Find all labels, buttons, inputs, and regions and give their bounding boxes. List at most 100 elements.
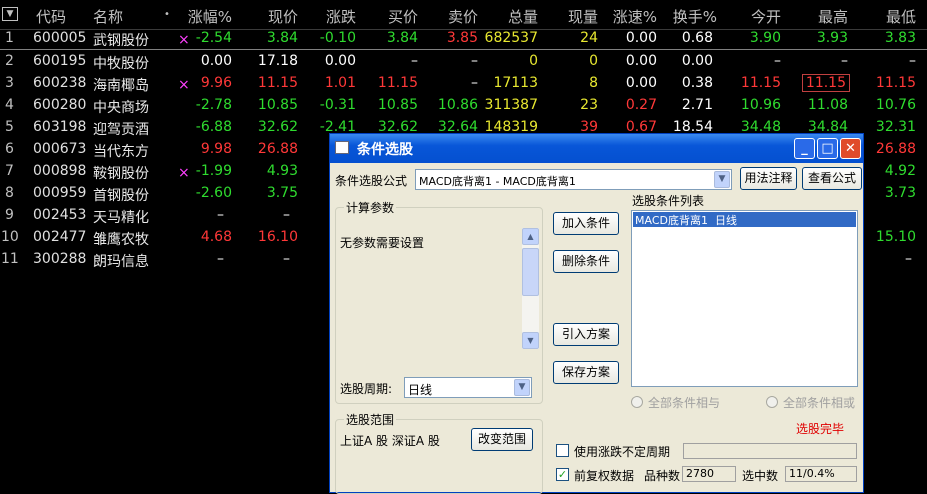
stock-name: 迎驾贡酒 xyxy=(93,122,149,138)
col-ask[interactable]: 卖价 xyxy=(430,6,478,27)
radio-or[interactable] xyxy=(766,396,778,408)
table-row[interactable]: 3 600238 海南椰岛 × 9.96 11.15 1.01 11.15 – … xyxy=(0,73,927,95)
delete-condition-button[interactable]: 删除条件 xyxy=(553,250,619,273)
formula-value: MACD底背离1 - MACD底背离1 xyxy=(419,175,576,188)
table-row[interactable]: 4 600280 中央商场 -2.78 10.85 -0.31 10.85 10… xyxy=(0,95,927,117)
col-bid[interactable]: 买价 xyxy=(370,6,418,27)
selected-value: 11/0.4% xyxy=(785,466,857,482)
diff: -0.31 xyxy=(319,97,356,113)
params-scrollbar[interactable]: ▲ ▼ xyxy=(522,228,539,349)
speed: 0.00 xyxy=(625,75,657,91)
radio-and[interactable] xyxy=(631,396,643,408)
condition-list[interactable]: MACD底背离1 日线 xyxy=(631,210,858,387)
stock-name: 雏鹰农牧 xyxy=(93,232,149,248)
col-speed[interactable]: 涨速% xyxy=(605,6,657,27)
column-menu-button[interactable]: ▼ xyxy=(2,7,18,21)
save-plan-button[interactable]: 保存方案 xyxy=(553,361,619,384)
usage-notes-button[interactable]: 用法注释 xyxy=(740,167,797,190)
stock-code: 000673 xyxy=(33,141,87,157)
current-vol: 24 xyxy=(580,30,598,46)
chevron-down-icon[interactable]: ▼ xyxy=(714,171,730,188)
row-index: 10 xyxy=(1,229,19,245)
col-turnover[interactable]: 换手% xyxy=(665,6,717,27)
dialog-title: 条件选股 xyxy=(357,142,413,158)
period-field xyxy=(683,443,857,459)
row-index: 4 xyxy=(5,97,14,113)
add-condition-button[interactable]: 加入条件 xyxy=(553,212,619,235)
high: 11.15 xyxy=(801,74,850,92)
price: 26.88 xyxy=(257,141,298,157)
low: – xyxy=(909,53,916,69)
speed: 0.27 xyxy=(625,97,657,113)
stock-code: 600195 xyxy=(33,53,87,69)
stock-name: 中牧股份 xyxy=(93,56,149,72)
col-name[interactable]: 名称 xyxy=(93,6,123,27)
count-value: 2780 xyxy=(682,466,736,482)
row-index: 11 xyxy=(1,251,19,267)
row-index: 5 xyxy=(5,119,14,135)
close-icon[interactable]: ✕ xyxy=(840,138,861,159)
period-label: 选股周期: xyxy=(340,382,393,396)
row-index: 9 xyxy=(5,207,14,223)
low: 32.31 xyxy=(875,119,916,135)
change-pct: 4.68 xyxy=(200,229,232,245)
list-item[interactable]: MACD底背离1 日线 xyxy=(633,212,856,227)
stock-code: 000898 xyxy=(33,163,87,179)
col-volume[interactable]: 总量 xyxy=(490,6,538,27)
view-formula-button[interactable]: 查看公式 xyxy=(802,167,862,190)
col-open[interactable]: 今开 xyxy=(735,6,781,27)
col-high[interactable]: 最高 xyxy=(800,6,848,27)
dialog-titlebar[interactable]: 条件选股 _ □ ✕ xyxy=(330,134,863,163)
chevron-down-icon[interactable]: ▼ xyxy=(514,379,530,396)
speed: 0.00 xyxy=(625,30,657,46)
col-price[interactable]: 现价 xyxy=(250,6,298,27)
stock-name: 中央商场 xyxy=(93,100,149,116)
table-row[interactable]: 1 600005 武钢股份 × -2.54 3.84 -0.10 3.84 3.… xyxy=(0,28,927,50)
high: 3.93 xyxy=(816,30,848,46)
minimize-icon[interactable]: _ xyxy=(794,138,815,159)
change-pct: – xyxy=(217,207,224,223)
row-index: 2 xyxy=(5,53,14,69)
change-pct: -1.99 xyxy=(195,163,232,179)
stock-code: 002453 xyxy=(33,207,87,223)
adjust-checkbox[interactable]: ✓ xyxy=(556,468,569,481)
formula-select[interactable]: MACD底背离1 - MACD底背离1 ▼ xyxy=(415,169,732,190)
open: 10.96 xyxy=(740,97,781,113)
scroll-thumb[interactable] xyxy=(522,248,539,296)
low: 15.10 xyxy=(875,229,916,245)
stock-code: 600238 xyxy=(33,75,87,91)
price: 4.93 xyxy=(266,163,298,179)
col-current-vol[interactable]: 现量 xyxy=(550,6,598,27)
ask: 3.85 xyxy=(446,30,478,46)
low: 4.92 xyxy=(884,163,916,179)
row-index: 1 xyxy=(5,30,14,46)
stock-screener-dialog: 条件选股 _ □ ✕ 条件选股公式 MACD底背离1 - MACD底背离1 ▼ … xyxy=(329,133,864,494)
col-low[interactable]: 最低 xyxy=(870,6,916,27)
col-change-pct[interactable]: 涨幅% xyxy=(170,6,232,27)
use-period-checkbox[interactable] xyxy=(556,444,569,457)
change-range-button[interactable]: 改变范围 xyxy=(471,428,533,451)
table-row[interactable]: 2 600195 中牧股份 0.00 17.18 0.00 – – 0 0 0.… xyxy=(0,51,927,73)
import-plan-button[interactable]: 引入方案 xyxy=(553,323,619,346)
low: 3.83 xyxy=(884,30,916,46)
price: – xyxy=(283,251,290,267)
volume: 682537 xyxy=(484,30,538,46)
maximize-icon[interactable]: □ xyxy=(817,138,838,159)
scroll-down-icon[interactable]: ▼ xyxy=(522,332,539,349)
price: 17.18 xyxy=(257,53,298,69)
col-diff[interactable]: 涨跌 xyxy=(308,6,356,27)
period-value: 日线 xyxy=(408,383,433,397)
col-code[interactable]: 代码 xyxy=(36,6,66,27)
scroll-up-icon[interactable]: ▲ xyxy=(522,228,539,245)
low: – xyxy=(905,251,912,267)
grid-header: ▼ 代码 名称 • 涨幅% 现价 涨跌 买价 卖价 总量 现量 涨速% 换手% … xyxy=(0,0,927,30)
price: 3.75 xyxy=(266,185,298,201)
diff: 1.01 xyxy=(324,75,356,91)
stock-name: 当代东方 xyxy=(93,144,149,160)
volume: 17113 xyxy=(493,75,538,91)
params-group: 计算参数 无参数需要设置 ▲ ▼ 选股周期: 日线 ▼ xyxy=(335,199,543,404)
stock-code: 600005 xyxy=(33,30,87,46)
period-select[interactable]: 日线 ▼ xyxy=(404,377,532,398)
range-group: 选股范围 上证A 股 深证A 股 改变范围 xyxy=(335,411,543,494)
stock-name: 首钢股份 xyxy=(93,188,149,204)
